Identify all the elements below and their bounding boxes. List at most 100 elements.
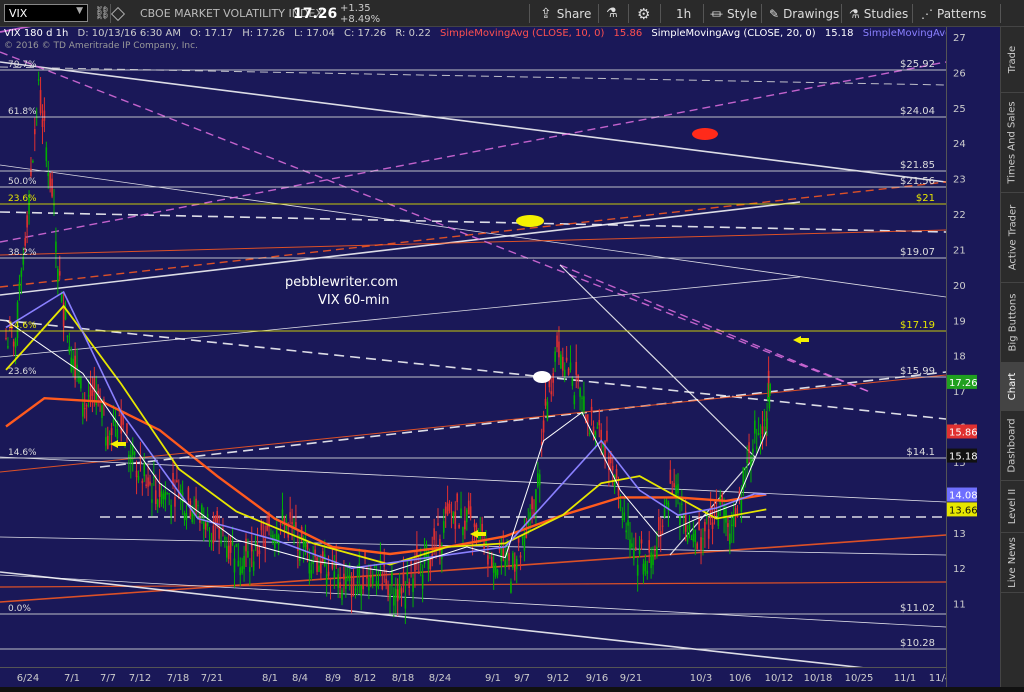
candle-body: [43, 110, 46, 121]
candle-body: [446, 502, 449, 515]
candle-body: [408, 582, 410, 588]
gear-icon[interactable]: ⚙: [637, 0, 650, 27]
candle-body: [137, 476, 140, 481]
candle-body: [258, 550, 261, 554]
tab-trade[interactable]: Trade: [1001, 27, 1024, 93]
candle-body: [306, 544, 309, 550]
tab-dashboard[interactable]: Dashboard: [1001, 411, 1024, 481]
candle-body: [542, 420, 545, 433]
candle-body: [748, 442, 750, 453]
fib-value-label: $21.85: [900, 160, 935, 171]
candle-body: [673, 483, 675, 488]
candle-body: [170, 504, 172, 517]
tab-level-ii[interactable]: Level II: [1001, 481, 1024, 533]
candle-body: [116, 429, 119, 439]
tab-live-news[interactable]: Live News: [1001, 533, 1024, 593]
legend-description: VIX 180 d 1h: [4, 28, 69, 39]
candle-body: [375, 580, 378, 588]
trend-line: [0, 51, 871, 393]
candle-body: [615, 469, 618, 479]
candle-body: [429, 558, 432, 570]
candle-body: [371, 576, 374, 584]
candle-body: [442, 521, 445, 533]
fib-value-label: $19.07: [900, 247, 935, 258]
candle-body: [515, 558, 518, 570]
tab-times-and-sales[interactable]: Times And Sales: [1001, 93, 1024, 193]
candle-body: [766, 418, 768, 430]
candle-body: [769, 384, 771, 392]
candle-body: [339, 582, 341, 589]
share-button[interactable]: ⇪ Share: [540, 0, 591, 27]
flask-icon[interactable]: ⚗: [606, 0, 618, 27]
x-tick-label: 9/16: [586, 673, 608, 684]
candle-body: [106, 435, 109, 449]
candle-body: [126, 423, 128, 434]
candle-body: [41, 119, 44, 127]
candle-body: [158, 483, 161, 497]
candle-body: [437, 523, 439, 526]
candle-body: [448, 503, 451, 511]
x-tick-label: 7/18: [167, 673, 189, 684]
legend-open: O: 17.17: [190, 28, 234, 39]
candle-body: [633, 549, 635, 560]
style-button[interactable]: ⏛ Style: [710, 0, 757, 27]
annotation-site: pebblewriter.com: [285, 275, 398, 290]
candle-body: [464, 520, 466, 530]
white-ellipse-marker: [533, 371, 551, 383]
yellow-arrow-marker: [793, 336, 809, 344]
candle-body: [654, 550, 656, 552]
candle-body: [473, 523, 476, 528]
candle-body: [423, 555, 426, 564]
candle-body: [53, 204, 55, 206]
tab-big-buttons[interactable]: Big Buttons: [1001, 283, 1024, 363]
share-icon: ⇪: [540, 5, 552, 22]
candle-body: [648, 540, 650, 553]
candle-body: [627, 520, 629, 526]
x-tick-label: 8/9: [325, 673, 341, 684]
candle-body: [166, 493, 169, 495]
candle-body: [554, 351, 556, 362]
candle-body: [368, 577, 370, 591]
y-tick-label: 22: [953, 210, 966, 221]
candle-body: [37, 79, 40, 81]
y-tick-label: 18: [953, 352, 966, 363]
candle-body: [85, 405, 88, 407]
candle-body: [391, 571, 393, 585]
chart-area[interactable]: 70.7% $25.92 61.8% $24.04 $21.85 50.0% $21.56 2…: [0, 0, 947, 678]
tab-chart[interactable]: Chart: [1001, 363, 1024, 411]
tab-active-trader[interactable]: Active Trader: [1001, 193, 1024, 283]
candle-body: [32, 160, 34, 163]
candle-body: [229, 540, 232, 553]
candle-body: [621, 519, 624, 521]
candle-body: [644, 560, 647, 572]
candle-body: [252, 561, 255, 571]
candle-body: [444, 506, 447, 514]
candle-body: [656, 546, 658, 557]
patterns-button[interactable]: ⋰ Patterns: [921, 0, 986, 27]
interval-button[interactable]: 1h: [676, 0, 691, 27]
candle-body: [87, 395, 90, 397]
candle-body: [381, 583, 384, 590]
chevron-down-icon[interactable]: ▼: [76, 6, 83, 16]
y-tick-label: 13: [953, 529, 966, 540]
candle-body: [160, 491, 163, 505]
candle-body: [187, 487, 190, 500]
candle-body: [235, 543, 238, 547]
symbol-input[interactable]: VIX ▼: [4, 4, 88, 22]
studies-button[interactable]: ⚗ Studies: [849, 0, 908, 27]
candle-body: [316, 557, 318, 572]
candle-body: [531, 497, 533, 510]
price-chart[interactable]: 70.7% $25.92 61.8% $24.04 $21.85 50.0% $21.56 2…: [0, 0, 947, 678]
candle-body: [583, 396, 585, 411]
candle-body: [239, 567, 242, 576]
candle-body: [581, 397, 583, 399]
candle-body: [153, 476, 155, 479]
fib-value-label: $14.1: [906, 447, 935, 458]
y-tick-label: 26: [953, 68, 966, 79]
trend-line: [0, 61, 947, 183]
link-icon[interactable]: ⛓: [94, 0, 111, 27]
x-tick-label: 8/1: [262, 673, 278, 684]
tag-icon[interactable]: [110, 0, 127, 27]
candle-body: [650, 552, 652, 569]
drawings-button[interactable]: ✎ Drawings: [769, 0, 839, 27]
